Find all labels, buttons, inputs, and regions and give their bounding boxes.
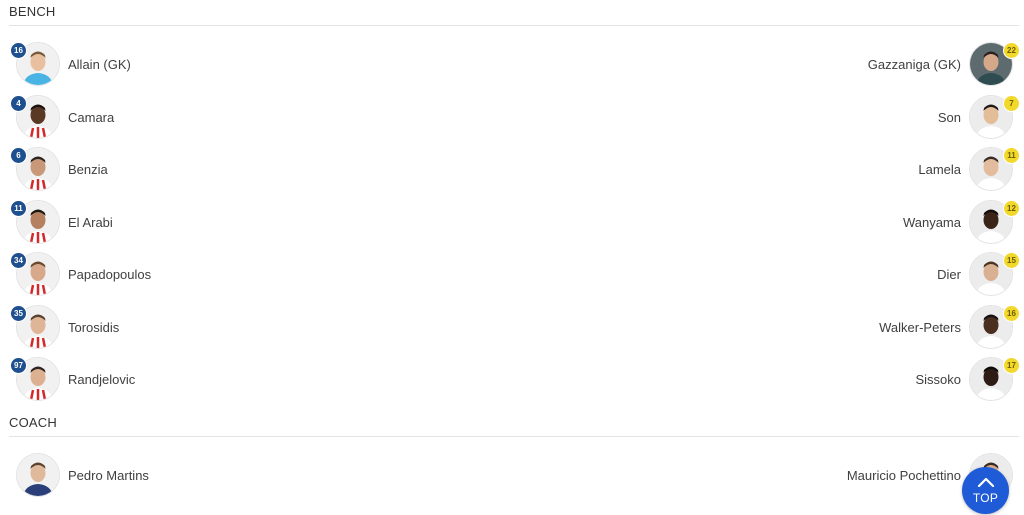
player-name[interactable]: Benzia	[68, 162, 108, 177]
player-avatar: 11	[10, 200, 60, 244]
player-avatar: 15	[969, 252, 1020, 296]
coach-row: Pedro Martins Mauricio Pochettino	[0, 449, 1024, 501]
bench-row: 6 Benzia 11 Lamela	[0, 143, 1024, 195]
player-number-badge: 11	[10, 200, 27, 217]
bench-row: 4 Camara 7 Son	[0, 91, 1024, 143]
player-avatar: 35	[10, 305, 60, 349]
player-avatar: 22	[969, 42, 1020, 86]
player-avatar: 11	[969, 147, 1020, 191]
player-avatar: 6	[10, 147, 60, 191]
bench-row: 34 Papadopoulos 15 Dier	[0, 248, 1024, 300]
player-avatar: 4	[10, 95, 60, 139]
coach-name[interactable]: Mauricio Pochettino	[847, 468, 961, 483]
bench-divider	[9, 25, 1019, 26]
home-player[interactable]: 97 Randjelovic	[10, 353, 135, 405]
away-player[interactable]: 7 Son	[938, 91, 1020, 143]
coach-name[interactable]: Pedro Martins	[68, 468, 149, 483]
player-number-badge: 15	[1003, 252, 1020, 269]
home-coach[interactable]: Pedro Martins	[16, 449, 149, 501]
player-name[interactable]: Wanyama	[903, 215, 961, 230]
player-name[interactable]: Torosidis	[68, 320, 119, 335]
player-name[interactable]: Walker-Peters	[879, 320, 961, 335]
player-number-badge: 7	[1003, 95, 1020, 112]
player-avatar: 17	[969, 357, 1020, 401]
player-number-badge: 6	[10, 147, 27, 164]
home-player[interactable]: 16 Allain (GK)	[10, 38, 131, 90]
home-player[interactable]: 34 Papadopoulos	[10, 248, 151, 300]
away-player[interactable]: 12 Wanyama	[903, 196, 1020, 248]
player-name[interactable]: Randjelovic	[68, 372, 135, 387]
player-number-badge: 35	[10, 305, 27, 322]
away-player[interactable]: 16 Walker-Peters	[879, 301, 1020, 353]
player-name[interactable]: El Arabi	[68, 215, 113, 230]
away-player[interactable]: 11 Lamela	[918, 143, 1020, 195]
home-player[interactable]: 35 Torosidis	[10, 301, 119, 353]
player-avatar: 16	[969, 305, 1020, 349]
player-name[interactable]: Allain (GK)	[68, 57, 131, 72]
player-number-badge: 16	[10, 42, 27, 59]
coach-section-title: COACH	[9, 415, 57, 430]
player-avatar: 16	[10, 42, 60, 86]
player-name[interactable]: Camara	[68, 110, 114, 125]
player-avatar: 7	[969, 95, 1020, 139]
home-player[interactable]: 4 Camara	[10, 91, 114, 143]
bench-row: 35 Torosidis 16 Walker-Peters	[0, 301, 1024, 353]
home-player[interactable]: 11 El Arabi	[10, 196, 113, 248]
bench-row: 97 Randjelovic 17 Sissoko	[0, 353, 1024, 405]
bench-row: 11 El Arabi 12 Wanyama	[0, 196, 1024, 248]
player-number-badge: 34	[10, 252, 27, 269]
away-player[interactable]: 17 Sissoko	[915, 353, 1020, 405]
top-button-label: TOP	[972, 491, 999, 505]
player-avatar: 97	[10, 357, 60, 401]
player-number-badge: 11	[1003, 147, 1020, 164]
player-number-badge: 12	[1003, 200, 1020, 217]
coach-avatar	[16, 453, 60, 497]
player-name[interactable]: Gazzaniga (GK)	[868, 57, 961, 72]
player-avatar: 34	[10, 252, 60, 296]
player-number-badge: 4	[10, 95, 27, 112]
away-player[interactable]: 15 Dier	[937, 248, 1020, 300]
player-name[interactable]: Son	[938, 110, 961, 125]
player-name[interactable]: Lamela	[918, 162, 961, 177]
bench-row: 16 Allain (GK) 22 Gazzaniga (GK)	[0, 38, 1024, 90]
player-name[interactable]: Dier	[937, 267, 961, 282]
scroll-to-top-button[interactable]: TOP	[962, 467, 1009, 514]
player-number-badge: 16	[1003, 305, 1020, 322]
bench-section-title: BENCH	[9, 4, 56, 19]
player-number-badge: 97	[10, 357, 27, 374]
home-player[interactable]: 6 Benzia	[10, 143, 108, 195]
coach-divider	[9, 436, 1019, 437]
player-name[interactable]: Papadopoulos	[68, 267, 151, 282]
player-name[interactable]: Sissoko	[915, 372, 961, 387]
away-player[interactable]: 22 Gazzaniga (GK)	[868, 38, 1020, 90]
player-number-badge: 22	[1003, 42, 1020, 59]
chevron-up-icon	[977, 474, 995, 492]
player-number-badge: 17	[1003, 357, 1020, 374]
player-avatar: 12	[969, 200, 1020, 244]
